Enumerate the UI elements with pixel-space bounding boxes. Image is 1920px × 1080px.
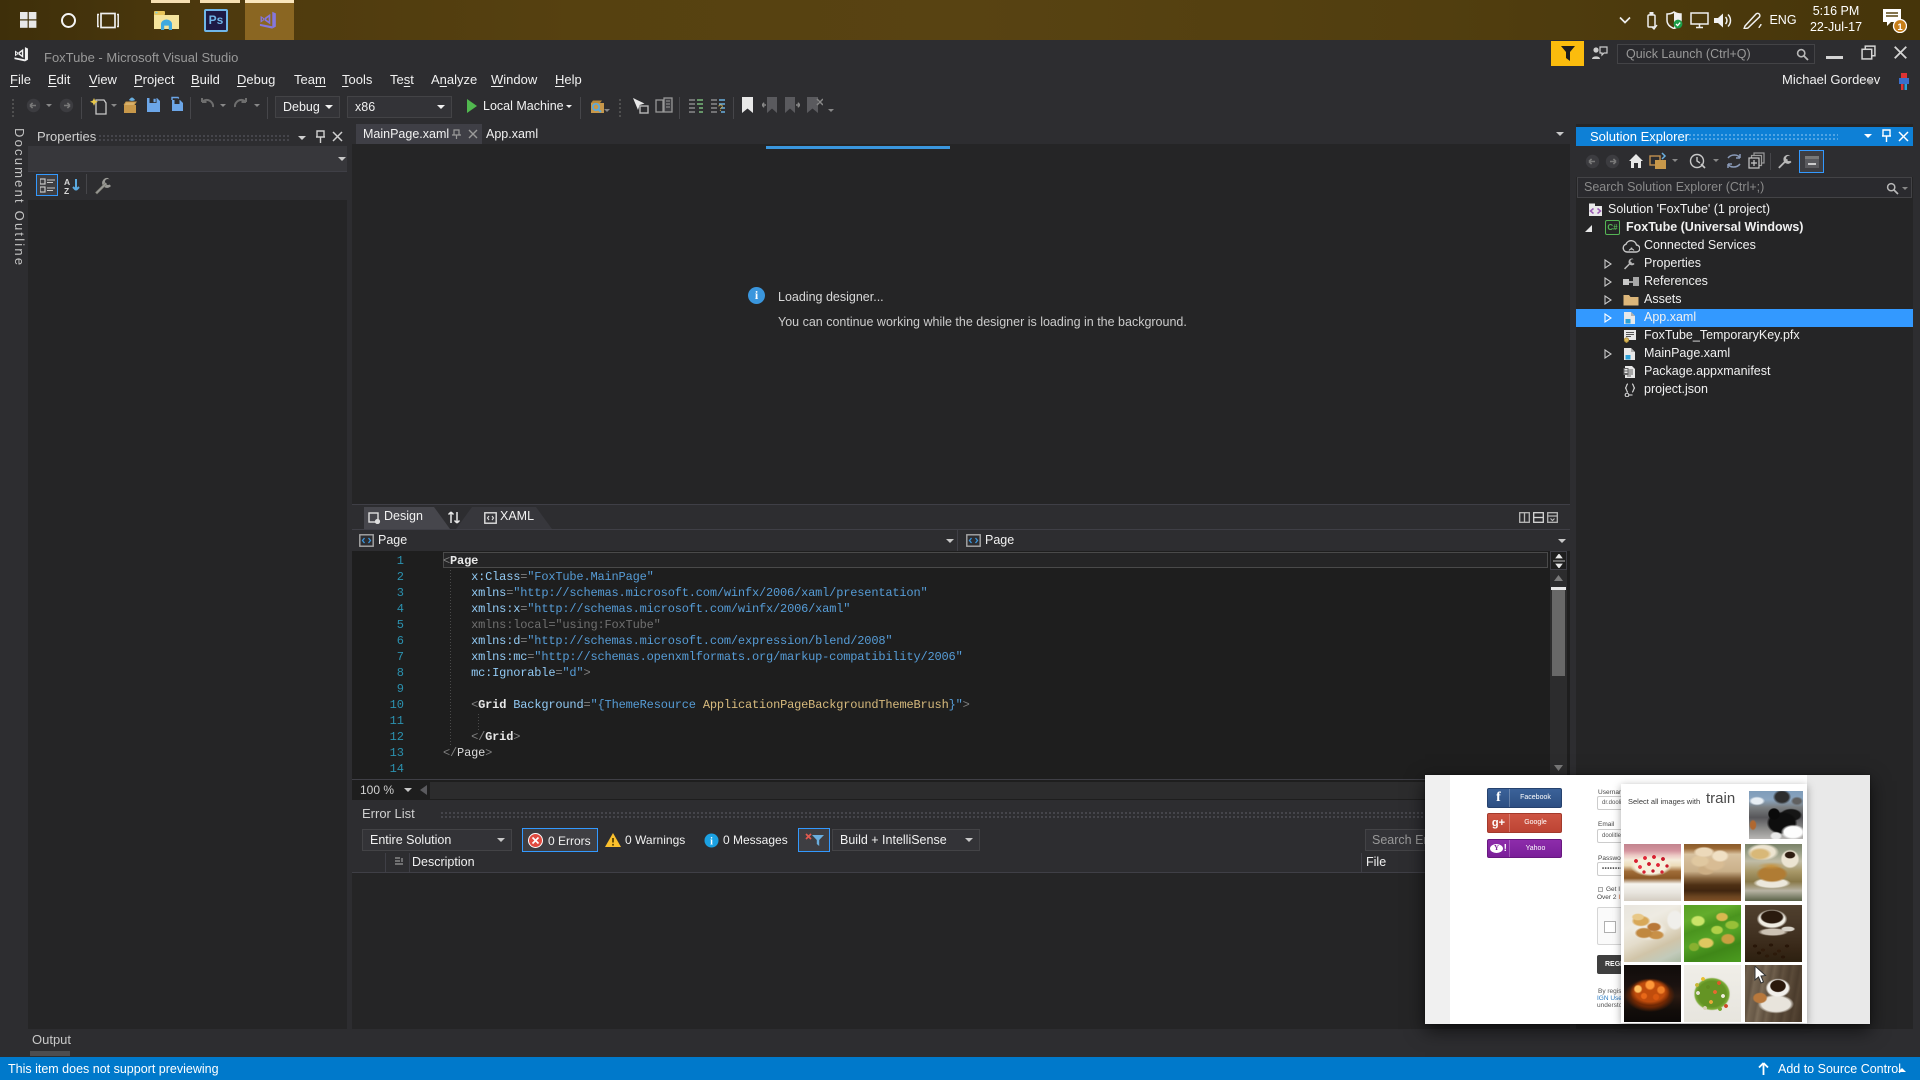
svg-text:Z: Z: [64, 186, 69, 194]
svg-text:i: i: [710, 837, 713, 848]
svg-text:?: ?: [718, 103, 723, 113]
svg-text:1: 1: [1897, 22, 1903, 33]
